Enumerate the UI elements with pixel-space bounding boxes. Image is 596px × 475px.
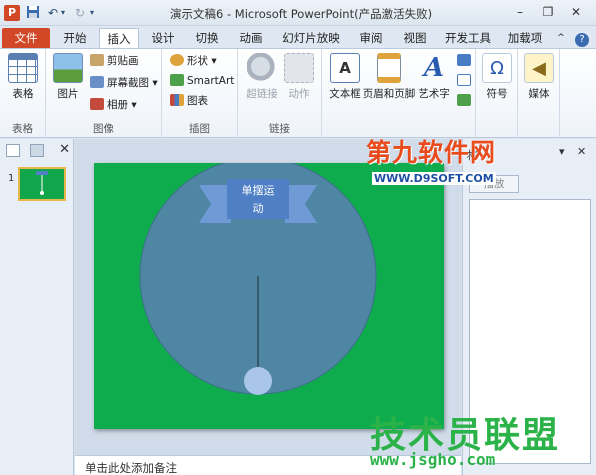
slide-number: 1 <box>8 173 15 184</box>
group-illustrations: 形状 ▾ SmartArt 图表 插图 <box>162 49 238 139</box>
tab-view[interactable]: 视图 <box>396 28 434 48</box>
undo-dropdown-icon[interactable]: ▾ <box>58 5 68 21</box>
outline-tab[interactable] <box>30 144 44 157</box>
group-label-table: 表格 <box>12 123 33 135</box>
smartart-icon <box>170 74 184 86</box>
clipart-icon <box>90 54 104 66</box>
watermark-top-url: WWW.D9SOFT.COM <box>372 172 496 185</box>
screenshot-button[interactable]: 屏幕截图 ▾ <box>90 75 158 92</box>
group-text: A 文本框 页眉和页脚 A 艺术字 <box>322 49 476 139</box>
group-label-images: 图像 <box>93 123 114 135</box>
banner-text-line1: 单摆运 <box>242 183 275 197</box>
omega-icon: Ω <box>482 53 512 83</box>
group-label-links: 链接 <box>269 123 290 135</box>
tab-transitions[interactable]: 切换 <box>188 28 226 48</box>
tab-file[interactable]: 文件 <box>2 28 50 48</box>
group-images: 图片 剪贴画 屏幕截图 ▾ 相册 ▾ 图像 <box>46 49 162 139</box>
task-pane-close-icon[interactable]: ✕ <box>577 145 586 158</box>
close-button[interactable]: ✕ <box>566 4 586 20</box>
tab-slideshow[interactable]: 幻灯片放映 <box>276 28 346 48</box>
shapes-icon <box>170 54 184 66</box>
table-icon <box>8 53 38 83</box>
tab-developer[interactable]: 开发工具 <box>440 28 496 48</box>
customize-quick-access-icon[interactable]: ▾ <box>86 5 98 21</box>
watermark-bottom-url: www.jsgho.com <box>370 450 496 469</box>
slides-pane: ✕ 1 <box>0 139 74 475</box>
tab-insert[interactable]: 插入 <box>99 28 139 48</box>
group-symbols: Ω 符号 <box>476 49 518 139</box>
action-icon <box>284 53 314 83</box>
chart-icon <box>170 94 184 106</box>
group-table: 表格 表格 <box>0 49 46 139</box>
group-media: ◀ 媒体 <box>518 49 560 139</box>
window-title: 演示文稿6 - Microsoft PowerPoint(产品激活失败) <box>170 7 433 21</box>
header-footer-button[interactable]: 页眉和页脚 <box>362 53 416 101</box>
tab-animations[interactable]: 动画 <box>232 28 270 48</box>
ribbon: 表格 表格 图片 剪贴画 屏幕截图 ▾ 相册 ▾ 图像 形状 ▾ SmartAr… <box>0 48 596 139</box>
clipart-button[interactable]: 剪贴画 <box>90 53 139 70</box>
date-time-icon[interactable] <box>457 53 474 70</box>
tab-addins[interactable]: 加载项 <box>502 28 548 48</box>
slide-thumbnail[interactable] <box>18 167 66 201</box>
picture-icon <box>53 53 83 83</box>
pendulum-bob <box>244 367 272 395</box>
banner-text-line2: 动 <box>253 202 264 215</box>
textbox-button[interactable]: A 文本框 <box>326 53 364 101</box>
hyperlink-icon <box>247 53 277 83</box>
slides-pane-header: ✕ <box>0 142 74 160</box>
slide-number-icon[interactable] <box>457 73 474 90</box>
watermark-top-brand: 第九软件网 <box>366 138 497 167</box>
table-button[interactable]: 表格 <box>7 53 39 101</box>
slides-tab[interactable] <box>6 144 20 157</box>
tab-design[interactable]: 设计 <box>144 28 182 48</box>
help-icon[interactable]: ? <box>574 28 590 48</box>
photo-album-button[interactable]: 相册 ▾ <box>90 97 137 114</box>
tab-review[interactable]: 审阅 <box>352 28 390 48</box>
close-pane-icon[interactable]: ✕ <box>59 142 70 157</box>
action-button[interactable]: 动作 <box>282 53 316 101</box>
current-slide[interactable]: 单摆运 动 <box>94 163 444 429</box>
tab-home[interactable]: 开始 <box>56 28 94 48</box>
group-label-illustrations: 插图 <box>189 123 210 135</box>
powerpoint-app-icon[interactable]: P <box>4 5 20 21</box>
media-button[interactable]: ◀ 媒体 <box>522 53 556 101</box>
textbox-icon: A <box>330 53 360 83</box>
screenshot-icon <box>90 76 104 88</box>
minimize-button[interactable]: – <box>510 4 530 20</box>
smartart-button[interactable]: SmartArt <box>170 73 234 90</box>
photo-album-icon <box>90 98 104 110</box>
save-icon[interactable] <box>25 5 41 21</box>
task-pane-options-icon[interactable]: ▾ <box>559 145 565 158</box>
shapes-button[interactable]: 形状 ▾ <box>170 53 217 70</box>
symbol-button[interactable]: Ω 符号 <box>480 53 514 101</box>
speaker-icon: ◀ <box>524 53 554 83</box>
notes-placeholder: 单击此处添加备注 <box>85 461 177 475</box>
restore-button[interactable]: ❐ <box>538 4 558 20</box>
picture-button[interactable]: 图片 <box>52 53 84 101</box>
header-footer-icon <box>377 53 401 83</box>
minimize-ribbon-icon[interactable]: ^ <box>554 28 568 48</box>
ribbon-tabs: 文件 开始 插入 设计 切换 动画 幻灯片放映 审阅 视图 开发工具 加载项 ^… <box>0 26 596 48</box>
group-links: 超链接 动作 链接 <box>238 49 322 139</box>
wordart-button[interactable]: A 艺术字 <box>416 53 452 101</box>
slide-canvas: 单摆运 动 <box>139 163 377 395</box>
object-icon[interactable] <box>457 93 474 110</box>
title-bar: P ↶ ▾ ↻ ▾ 演示文稿6 - Microsoft PowerPoint(产… <box>0 0 596 26</box>
chart-button[interactable]: 图表 <box>170 93 208 110</box>
wordart-icon: A <box>423 53 445 83</box>
hyperlink-button[interactable]: 超链接 <box>244 53 280 101</box>
